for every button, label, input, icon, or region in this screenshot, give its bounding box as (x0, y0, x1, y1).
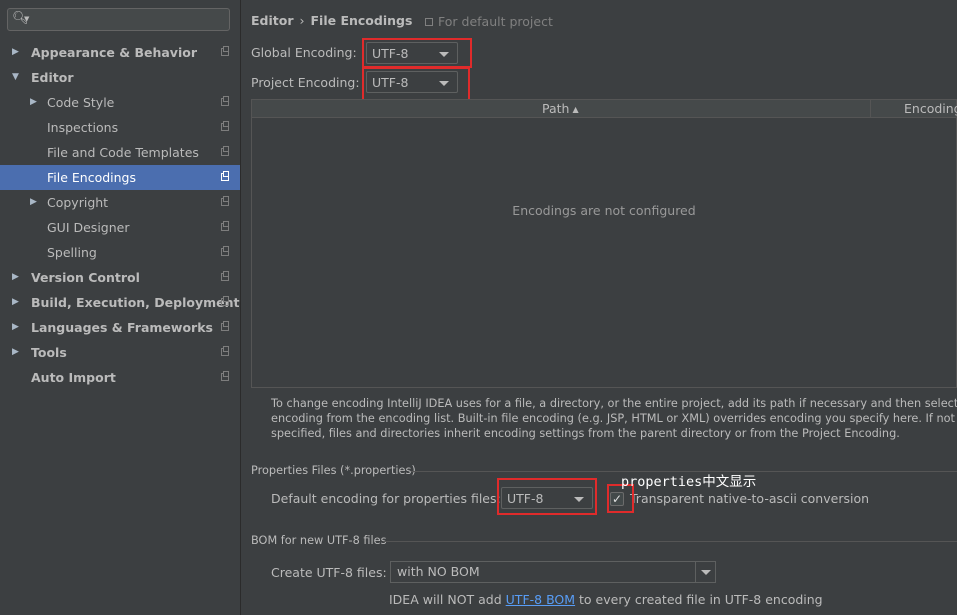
project-icon (425, 18, 433, 26)
scope-label: For default project (438, 14, 553, 29)
sidebar-item-tools[interactable]: ▶ Tools (0, 340, 240, 365)
expand-arrow-right-icon[interactable]: ▶ (30, 90, 37, 115)
project-level-icon (221, 146, 229, 156)
sidebar-item-label: GUI Designer (47, 220, 130, 235)
bom-note-prefix: IDEA will NOT add (389, 592, 506, 607)
encoding-help-text: To change encoding IntelliJ IDEA uses fo… (271, 397, 957, 440)
column-path-label: Path (542, 101, 570, 116)
sidebar-item-label: File and Code Templates (47, 145, 199, 160)
bom-select[interactable]: with NO BOM (390, 561, 716, 583)
sidebar-item-version-control[interactable]: ▶ Version Control (0, 265, 240, 290)
sidebar-item-label: Copyright (47, 195, 109, 210)
sidebar-item-file-and-code-templates[interactable]: File and Code Templates (0, 140, 240, 165)
settings-search-input[interactable]: 🔍︎ ▼ (7, 8, 230, 31)
project-level-icon (221, 196, 229, 206)
sidebar-item-auto-import[interactable]: Auto Import (0, 365, 240, 390)
sidebar-item-label: File Encodings (47, 170, 137, 185)
sidebar-item-label: Languages & Frameworks (31, 320, 213, 335)
project-level-icon (221, 46, 229, 56)
expand-arrow-right-icon[interactable]: ▶ (12, 290, 19, 315)
sidebar-item-file-encodings[interactable]: File Encodings (0, 165, 240, 190)
sidebar-item-label: Code Style (47, 95, 115, 110)
project-level-icon (221, 346, 229, 356)
bom-create-label: Create UTF-8 files: (271, 565, 387, 580)
encodings-table[interactable]: Path ▲ Encoding Encodings are not configu… (251, 99, 957, 388)
file-encodings-panel: Editor › File Encodings For default projec… (241, 0, 957, 615)
properties-encoding-label: Default encoding for properties files: (271, 491, 501, 506)
project-level-icon (221, 321, 229, 331)
breadcrumb: Editor › File Encodings (251, 13, 412, 28)
column-header-path[interactable]: Path ▲ (542, 101, 579, 116)
expand-arrow-right-icon[interactable]: ▶ (12, 265, 19, 290)
project-level-icon (221, 96, 229, 106)
bom-section-title: BOM for new UTF-8 files (251, 534, 387, 547)
project-level-icon (221, 221, 229, 231)
sidebar-item-label: Appearance & Behavior (31, 45, 197, 60)
sidebar-item-label: Tools (31, 345, 67, 360)
sidebar-item-build-execution-deployment[interactable]: ▶ Build, Execution, Deployment (0, 290, 240, 315)
expand-arrow-right-icon[interactable]: ▶ (12, 315, 19, 340)
sidebar-item-appearance-behavior[interactable]: ▶ Appearance & Behavior (0, 40, 240, 65)
annotation-text: properties中文显示 (621, 474, 757, 490)
expand-arrow-right-icon[interactable]: ▶ (30, 190, 37, 215)
expand-arrow-down-icon[interactable]: ▼ (12, 65, 19, 90)
highlight-box-properties-encoding (497, 478, 597, 515)
bom-note: IDEA will NOT add UTF-8 BOM to every cre… (389, 592, 823, 607)
sort-ascending-icon: ▲ (572, 105, 579, 114)
search-options-caret-icon[interactable]: ▼ (24, 15, 29, 23)
highlight-box-global-encoding (362, 38, 472, 68)
column-divider[interactable] (870, 100, 871, 118)
chevron-down-icon[interactable] (695, 562, 715, 582)
sidebar-item-label: Auto Import (31, 370, 116, 385)
sidebar-item-editor[interactable]: ▼ Editor (0, 65, 240, 90)
properties-section-title: Properties Files (*.properties) (251, 464, 416, 477)
sidebar-item-code-style[interactable]: ▶ Code Style (0, 90, 240, 115)
project-level-icon (221, 271, 229, 281)
breadcrumb-parent[interactable]: Editor (251, 13, 294, 28)
expand-arrow-right-icon[interactable]: ▶ (12, 340, 19, 365)
table-header: Path ▲ Encoding (252, 100, 957, 118)
sidebar-item-copyright[interactable]: ▶ Copyright (0, 190, 240, 215)
expand-arrow-right-icon[interactable]: ▶ (12, 40, 19, 65)
native-to-ascii-label[interactable]: Transparent native-to-ascii conversion (630, 491, 869, 506)
bom-select-value: with NO BOM (397, 564, 480, 579)
project-level-icon (221, 121, 229, 131)
sidebar-item-label: Build, Execution, Deployment (31, 295, 240, 310)
bom-note-suffix: to every created file in UTF-8 encoding (575, 592, 823, 607)
settings-tree-panel: 🔍︎ ▼ ▶ Appearance & Behavior ▼ Editor ▶ Code … (0, 0, 241, 615)
sidebar-item-gui-designer[interactable]: GUI Designer (0, 215, 240, 240)
section-divider (383, 541, 957, 542)
breadcrumb-separator-icon: › (299, 13, 305, 28)
sidebar-item-spelling[interactable]: Spelling (0, 240, 240, 265)
sidebar-item-label: Editor (31, 70, 74, 85)
project-level-icon (221, 371, 229, 381)
sidebar-item-label: Version Control (31, 270, 140, 285)
sidebar-item-languages-frameworks[interactable]: ▶ Languages & Frameworks (0, 315, 240, 340)
project-level-icon (221, 246, 229, 256)
breadcrumb-current: File Encodings (310, 13, 413, 28)
utf8-bom-link[interactable]: UTF-8 BOM (506, 592, 575, 607)
project-encoding-label: Project Encoding: (251, 75, 360, 90)
project-level-icon (221, 171, 229, 181)
project-level-icon (221, 296, 229, 306)
sidebar-item-label: Inspections (47, 120, 119, 135)
sidebar-item-label: Spelling (47, 245, 97, 260)
column-header-encoding[interactable]: Encoding (904, 101, 957, 116)
sidebar-item-inspections[interactable]: Inspections (0, 115, 240, 140)
global-encoding-label: Global Encoding: (251, 45, 357, 60)
table-empty-message: Encodings are not configured (512, 203, 696, 218)
scope-indicator: For default project (425, 14, 553, 29)
